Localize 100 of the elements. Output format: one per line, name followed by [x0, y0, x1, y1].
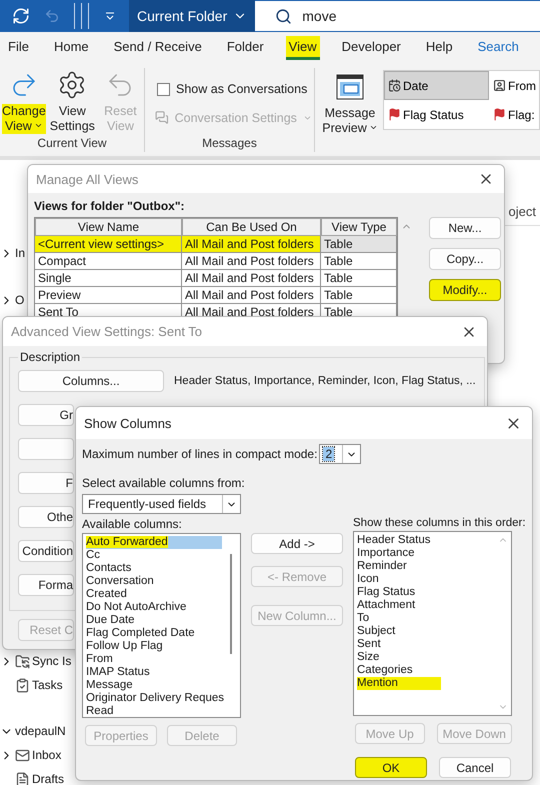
dialog-button[interactable]: Gr	[18, 404, 74, 426]
list-item[interactable]: Conversation	[86, 575, 222, 588]
folder-item[interactable]: Drafts	[32, 772, 64, 785]
list-item[interactable]: Importance	[357, 547, 441, 560]
folder-item[interactable]: Sync Is	[32, 654, 72, 668]
list-item[interactable]: From	[86, 653, 222, 666]
search-field[interactable]: move	[255, 1, 540, 31]
table-row[interactable]: Single All Mail and Post folders Table	[35, 270, 397, 287]
list-item[interactable]: Reminder	[357, 560, 441, 573]
list-item[interactable]: Originator Delivery Reques	[86, 692, 222, 705]
undo-icon	[44, 8, 60, 24]
list-item[interactable]: Contacts	[86, 562, 222, 575]
conversations-checkbox[interactable]: Show as Conversations	[157, 82, 312, 96]
dialog-button[interactable]: Condition	[18, 540, 74, 562]
calendar-clock-icon	[388, 79, 401, 92]
dialog-button[interactable]: Add ->	[251, 533, 343, 554]
list-item[interactable]: To	[357, 612, 441, 625]
folder-item[interactable]: Tasks	[32, 678, 63, 692]
group-label: Messages	[201, 136, 258, 152]
list-item[interactable]: Message	[86, 679, 222, 692]
menu-tab[interactable]: File	[5, 36, 32, 60]
chevron-icon	[368, 123, 378, 132]
menu-tab[interactable]: View	[286, 36, 320, 60]
list-item[interactable]: Follow Up Flag	[86, 640, 222, 653]
arrangement-option[interactable]: Flag Status	[384, 100, 489, 129]
arrangement-option[interactable]: Date	[384, 71, 489, 100]
ok-button[interactable]: OK	[355, 757, 427, 778]
dialog-title: Advanced View Settings: Sent To	[11, 324, 202, 339]
columns-summary: Header Status, Importance, Reminder, Icon, Flag Status, ...	[174, 375, 476, 387]
max-lines-select[interactable]: 2	[319, 444, 362, 464]
sync-folder-icon	[15, 654, 30, 668]
list-item[interactable]: Read	[86, 705, 222, 718]
document-icon	[15, 772, 30, 785]
menu-tab[interactable]: Send / Receive	[110, 36, 205, 60]
account-name[interactable]: vdepaulN	[15, 724, 66, 738]
dialog-title: Manage All Views	[36, 172, 138, 186]
list-item[interactable]: Subject	[357, 625, 441, 638]
menu-tab[interactable]: Home	[50, 36, 92, 60]
dialog-button[interactable]: Copy...	[429, 248, 501, 270]
menu-tab[interactable]: Help	[422, 36, 456, 60]
mail-icon	[15, 748, 30, 762]
table-row[interactable]: <Current view settings> All Mail and Post folders Table	[35, 236, 397, 253]
list-label: Available columns:	[82, 517, 183, 531]
dialog-button[interactable]: New...	[429, 217, 501, 239]
list-item[interactable]: Categories	[357, 664, 441, 677]
arrangement-option[interactable]: From	[489, 71, 539, 100]
column-source-select[interactable]: Frequently-used fields	[82, 494, 241, 514]
folder-label: Views for folder "Outbox":	[34, 199, 186, 213]
dialog-button[interactable]: F	[18, 472, 74, 494]
dialog-button[interactable]: Othe	[18, 506, 74, 528]
group-label: Description	[19, 350, 82, 364]
sync-button[interactable]	[12, 7, 30, 25]
list-item[interactable]: Sent	[357, 638, 441, 651]
customize-icon	[105, 11, 115, 21]
field-label: Select available columns from:	[82, 476, 246, 490]
dialog-button[interactable]: Forma	[18, 574, 74, 596]
table-row[interactable]: Compact All Mail and Post folders Table	[35, 253, 397, 270]
list-item[interactable]: Do Not AutoArchive	[86, 601, 222, 614]
quick-access-menu-button[interactable]	[105, 11, 115, 21]
message-preview-icon	[335, 72, 365, 102]
list-item[interactable]: Header Status	[357, 534, 441, 547]
menu-tab[interactable]: Folder	[224, 36, 267, 60]
ribbon-button[interactable]: Change View	[2, 68, 46, 136]
search-scope-dropdown[interactable]: Current Folder	[129, 0, 256, 32]
flag-icon	[493, 108, 506, 121]
menu-tab[interactable]: Search	[474, 36, 522, 60]
list-item[interactable]: IMAP Status	[86, 666, 222, 679]
list-item[interactable]: Attachment	[357, 599, 441, 612]
chevron-icon	[34, 121, 43, 130]
table-row[interactable]: Preview All Mail and Post folders Table	[35, 287, 397, 304]
column-header[interactable]: View Name	[35, 218, 182, 236]
folder-item[interactable]: O	[15, 293, 24, 307]
column-header[interactable]: View Type	[321, 218, 397, 236]
list-item[interactable]: Due Date	[86, 614, 222, 627]
list-item[interactable]: Mention	[357, 677, 441, 690]
list-label: Show these columns in this order:	[353, 517, 526, 529]
tasks-icon	[15, 678, 30, 692]
ribbon-button[interactable]: View Settings	[48, 68, 97, 136]
list-item[interactable]: Cc	[86, 549, 222, 562]
message-preview-button[interactable]: Message Preview	[319, 64, 381, 156]
field-label: Maximum number of lines in compact mode:	[82, 447, 318, 461]
dialog-button[interactable]: Modify...	[429, 279, 501, 301]
sync-icon	[12, 7, 30, 25]
list-item[interactable]: Created	[86, 588, 222, 601]
flag-icon	[388, 108, 401, 121]
dialog-title: Show Columns	[84, 416, 172, 430]
folder-item[interactable]: In	[15, 246, 26, 260]
list-item[interactable]: Icon	[357, 573, 441, 586]
arrangement-option[interactable]: Flag:	[489, 100, 539, 129]
folder-item[interactable]: Inbox	[32, 748, 62, 762]
list-item[interactable]: Flag Completed Date	[86, 627, 222, 640]
list-item[interactable]: Flag Status	[357, 586, 441, 599]
columns-button[interactable]: Columns...	[18, 370, 164, 392]
menu-tab[interactable]: Developer	[338, 36, 404, 60]
column-header[interactable]: Can Be Used On	[182, 218, 321, 236]
list-item[interactable]: Size	[357, 651, 441, 664]
cancel-button[interactable]: Cancel	[439, 757, 511, 778]
table-cell: <Current view settings>	[35, 236, 182, 253]
list-item[interactable]: Auto Forwarded	[86, 536, 222, 549]
contact-icon	[493, 79, 506, 92]
